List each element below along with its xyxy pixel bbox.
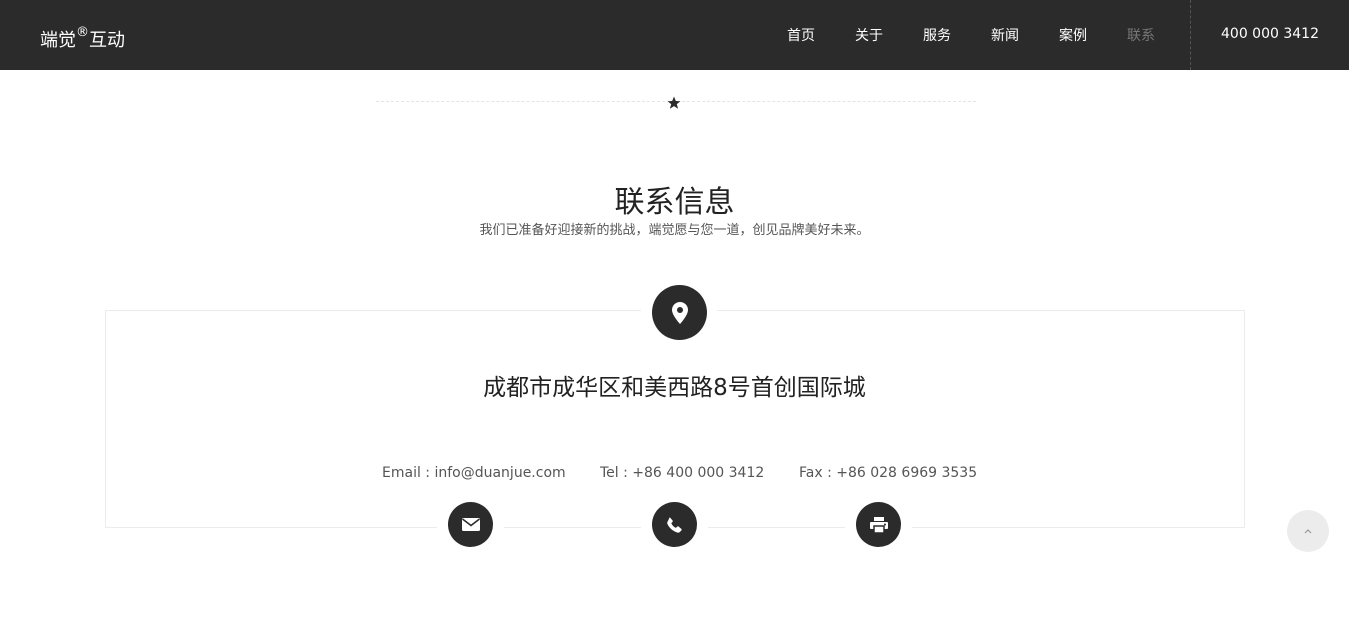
nav-item-news[interactable]: 新闻 [991,27,1031,45]
envelope-icon [448,502,493,547]
top-navbar: 端觉®互动 首页 关于 服务 新闻 案例 联系 400 000 3412 [0,0,1349,70]
nav-divider [1190,0,1191,70]
logo-main: 端觉 [40,30,76,51]
location-pin-icon [652,285,707,340]
logo-registered-mark: ® [76,25,89,40]
contact-address: 成都市成华区和美西路8号首创国际城 [483,375,866,401]
star-icon [666,95,682,111]
contact-email[interactable]: Email : info@duanjue.com [382,463,566,483]
header-phone[interactable]: 400 000 3412 [1221,25,1319,43]
nav-item-services[interactable]: 服务 [923,27,963,45]
contact-tel[interactable]: Tel : +86 400 000 3412 [600,463,764,483]
nav-item-home[interactable]: 首页 [787,27,827,45]
logo[interactable]: 端觉®互动 [40,24,125,53]
contact-card [105,310,1245,528]
nav-item-about[interactable]: 关于 [855,27,895,45]
phone-icon [652,502,697,547]
page-subtitle: 我们已准备好迎接新的挑战，端觉愿与您一道，创见品牌美好未来。 [479,223,870,238]
chevron-up-icon [1304,529,1312,534]
logo-sub: 互动 [89,30,125,51]
printer-icon [856,502,901,547]
back-to-top-button[interactable] [1287,510,1329,552]
nav-item-cases[interactable]: 案例 [1059,27,1099,45]
nav-item-contact[interactable]: 联系 [1127,27,1167,45]
page-title: 联系信息 [614,185,735,221]
contact-fax: Fax : +86 028 6969 3535 [799,465,978,481]
